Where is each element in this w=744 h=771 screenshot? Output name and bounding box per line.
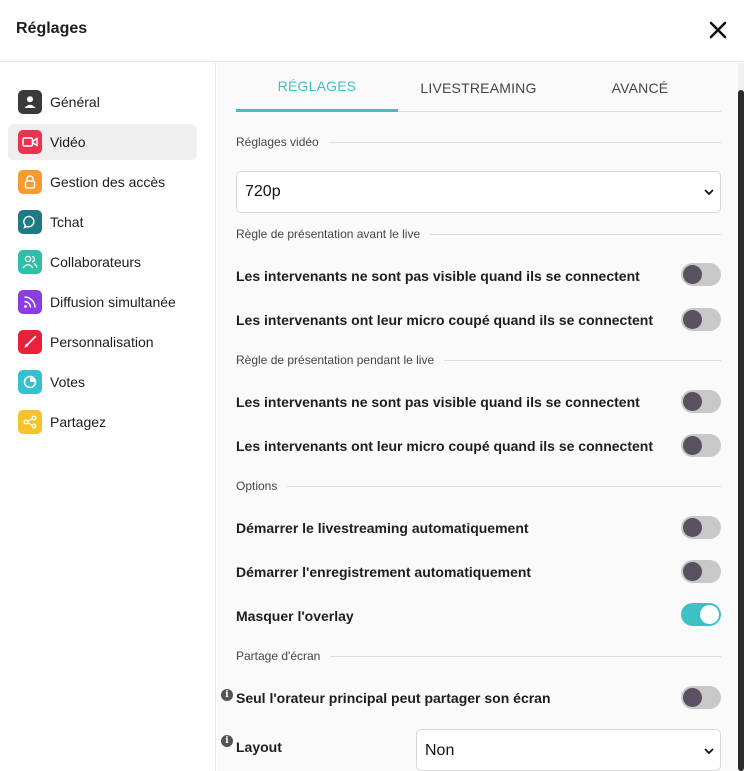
section-video-settings: Réglages vidéo bbox=[236, 134, 721, 150]
divider bbox=[444, 359, 721, 361]
toggle-knob bbox=[683, 688, 702, 707]
broadcast-icon bbox=[18, 290, 42, 314]
setting-label: Layout bbox=[236, 739, 282, 755]
setting-label: Les intervenants ont leur micro coupé qu… bbox=[236, 438, 653, 454]
scrollbar[interactable] bbox=[738, 63, 744, 771]
toggle-during-hidden[interactable] bbox=[681, 390, 721, 413]
tab-advanced[interactable]: AVANCÉ bbox=[559, 63, 721, 112]
section-title: Règle de présentation pendant le live bbox=[236, 353, 435, 367]
toggle-auto-record[interactable] bbox=[681, 560, 721, 583]
share-icon bbox=[18, 410, 42, 434]
toggle-knob bbox=[683, 265, 702, 284]
setting-label: Les intervenants ont leur micro coupé qu… bbox=[236, 312, 653, 328]
layout-select[interactable]: Non bbox=[416, 729, 721, 771]
select-value: Non bbox=[425, 742, 455, 759]
toggle-knob bbox=[683, 562, 702, 581]
sidebar-item-customization[interactable]: Personnalisation bbox=[8, 324, 197, 360]
sidebar-item-label: Général bbox=[50, 94, 100, 110]
modal-title: Réglages bbox=[16, 20, 88, 37]
lock-icon bbox=[18, 170, 42, 194]
section-before-live: Règle de présentation avant le live bbox=[236, 226, 721, 242]
close-icon bbox=[709, 21, 727, 39]
toggle-knob bbox=[683, 392, 702, 411]
sidebar-item-general[interactable]: Général bbox=[8, 84, 197, 120]
divider bbox=[430, 233, 721, 235]
tab-settings[interactable]: RÉGLAGES bbox=[236, 63, 398, 112]
toggle-knob bbox=[700, 605, 719, 624]
chevron-down-icon bbox=[704, 748, 714, 755]
settings-sidebar: Général Vidéo Gestion des accès Tchat Co… bbox=[0, 63, 216, 771]
toggle-before-muted[interactable] bbox=[681, 308, 721, 331]
select-value: 720p bbox=[245, 183, 281, 200]
info-icon[interactable]: i bbox=[221, 689, 233, 701]
toggle-main-speaker-share[interactable] bbox=[681, 686, 721, 709]
toggle-before-hidden[interactable] bbox=[681, 263, 721, 286]
section-title: Réglages vidéo bbox=[236, 135, 319, 149]
users-icon bbox=[18, 250, 42, 274]
toggle-knob bbox=[683, 436, 702, 455]
sidebar-item-chat[interactable]: Tchat bbox=[8, 204, 197, 240]
section-during-live: Règle de présentation pendant le live bbox=[236, 352, 721, 368]
setting-label: Démarrer le livestreaming automatiquemen… bbox=[236, 520, 529, 536]
sidebar-item-label: Votes bbox=[50, 374, 86, 390]
sidebar-item-label: Gestion des accès bbox=[50, 174, 166, 190]
sidebar-item-access[interactable]: Gestion des accès bbox=[8, 164, 197, 200]
modal-header: Réglages bbox=[0, 0, 744, 62]
sidebar-item-label: Partagez bbox=[50, 414, 107, 430]
sidebar-item-votes[interactable]: Votes bbox=[8, 364, 197, 400]
section-title: Partage d'écran bbox=[236, 649, 321, 663]
close-button[interactable] bbox=[708, 19, 728, 41]
chevron-down-icon bbox=[704, 189, 714, 196]
sidebar-item-share[interactable]: Partagez bbox=[8, 404, 197, 440]
toggle-knob bbox=[683, 310, 702, 329]
sidebar-item-label: Vidéo bbox=[50, 134, 86, 150]
setting-label: Les intervenants ne sont pas visible qua… bbox=[236, 268, 640, 284]
sidebar-item-label: Collaborateurs bbox=[50, 254, 142, 270]
setting-label: Seul l'orateur principal peut partager s… bbox=[236, 690, 551, 706]
info-icon[interactable]: i bbox=[221, 735, 233, 747]
toggle-during-muted[interactable] bbox=[681, 434, 721, 457]
divider bbox=[287, 485, 721, 487]
tab-livestreaming[interactable]: LIVESTREAMING bbox=[398, 63, 559, 112]
toggle-hide-overlay[interactable] bbox=[681, 603, 721, 626]
paint-brush-icon bbox=[18, 330, 42, 354]
scrollbar-thumb[interactable] bbox=[738, 90, 744, 771]
tab-bar: RÉGLAGES LIVESTREAMING AVANCÉ bbox=[236, 63, 721, 112]
section-options: Options bbox=[236, 478, 721, 494]
section-screen-share: Partage d'écran bbox=[236, 648, 721, 664]
sidebar-item-label: Tchat bbox=[50, 214, 84, 230]
chat-bubble-icon bbox=[18, 210, 42, 234]
divider bbox=[330, 655, 721, 657]
user-icon bbox=[18, 90, 42, 114]
setting-label: Démarrer l'enregistrement automatiquemen… bbox=[236, 564, 532, 580]
divider bbox=[328, 141, 721, 143]
toggle-auto-livestream[interactable] bbox=[681, 516, 721, 539]
sidebar-item-simulcast[interactable]: Diffusion simultanée bbox=[8, 284, 197, 320]
sidebar-item-collaborators[interactable]: Collaborateurs bbox=[8, 244, 197, 280]
video-camera-icon bbox=[18, 130, 42, 154]
sidebar-item-label: Personnalisation bbox=[50, 334, 154, 350]
settings-main-panel: RÉGLAGES LIVESTREAMING AVANCÉ Réglages v… bbox=[217, 63, 738, 771]
pie-chart-icon bbox=[18, 370, 42, 394]
sidebar-item-label: Diffusion simultanée bbox=[50, 294, 176, 310]
sidebar-item-video[interactable]: Vidéo bbox=[8, 124, 197, 160]
section-title: Options bbox=[236, 479, 278, 493]
setting-label: Les intervenants ne sont pas visible qua… bbox=[236, 394, 640, 410]
section-title: Règle de présentation avant le live bbox=[236, 227, 421, 241]
toggle-knob bbox=[683, 518, 702, 537]
setting-label: Masquer l'overlay bbox=[236, 608, 354, 624]
video-quality-select[interactable]: 720p bbox=[236, 171, 721, 213]
